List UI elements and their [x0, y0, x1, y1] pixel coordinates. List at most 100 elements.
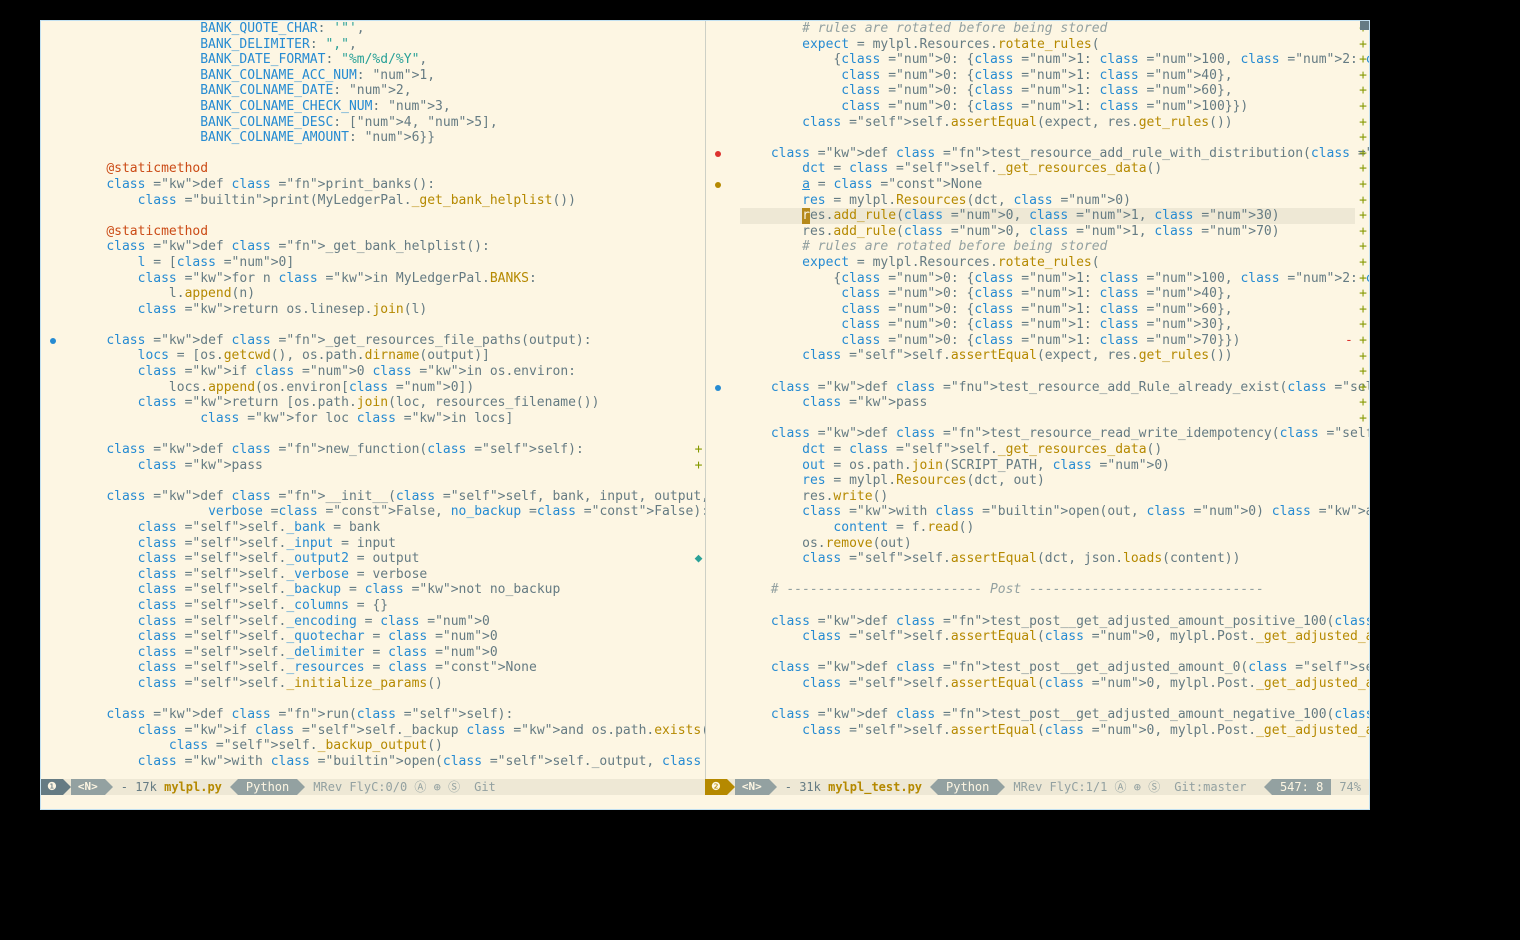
code-line[interactable]: class ="kw">def class ="fn">_get_bank_he…: [75, 239, 691, 255]
code-line[interactable]: [740, 130, 1356, 146]
code-line[interactable]: res = mylpl.Resources(dct, class ="num"…: [740, 193, 1356, 209]
code-line[interactable]: class ="kw">for loc class ="kw">in locs]: [75, 411, 691, 427]
code-line[interactable]: [740, 411, 1356, 427]
code-line[interactable]: class ="self">self.assertEqual(class ="…: [740, 723, 1356, 739]
code-line[interactable]: # rules are rotated before being stored: [740, 239, 1356, 255]
code-line[interactable]: [75, 146, 691, 162]
code-line[interactable]: @staticmethod: [75, 224, 691, 240]
code-line[interactable]: BANK_DELIMITER: ",",: [75, 37, 691, 53]
modeline-left[interactable]: ❶ <N> - 17k mylpl.py Python MRev FlyC:0/…: [41, 779, 705, 795]
code-line[interactable]: [75, 426, 691, 442]
code-line[interactable]: class ="kw">def class ="fn">test_post__g…: [740, 707, 1356, 723]
code-line[interactable]: class ="kw">def class ="fnu">test_resour…: [740, 380, 1356, 396]
code-line[interactable]: class ="self">self._input = input: [75, 536, 691, 552]
code-line[interactable]: # ------------------------- Post -------…: [740, 582, 1356, 598]
code-line[interactable]: class ="kw">def class ="fn">test_resourc…: [740, 426, 1356, 442]
code-line[interactable]: class ="self">self.assertEqual(class ="…: [740, 676, 1356, 692]
code-line[interactable]: BANK_COLNAME_ACC_NUM: "num">1,: [75, 68, 691, 84]
code-line[interactable]: out = os.path.join(SCRIPT_PATH, class =…: [740, 458, 1356, 474]
code-line[interactable]: class ="self">self._verbose = verbose: [75, 567, 691, 583]
code-line[interactable]: class ="self">self._columns = {}: [75, 598, 691, 614]
code-line[interactable]: class ="kw">if class ="self">self._backu…: [75, 723, 691, 739]
code-line[interactable]: class ="self">self._resources = class ="…: [75, 660, 691, 676]
code-line[interactable]: res.write(): [740, 489, 1356, 505]
code-line[interactable]: l.append(n): [75, 286, 691, 302]
code-line[interactable]: class ="num">0: {class ="num">1: cla…: [740, 317, 1356, 333]
code-line[interactable]: class ="num">0: {class ="num">1: cla…: [740, 99, 1356, 115]
code-line[interactable]: {class ="num">0: {class ="num">1: cl…: [740, 271, 1356, 287]
code-line[interactable]: class ="self">self._output2 = output: [75, 551, 691, 567]
code-line[interactable]: class ="num">0: {class ="num">1: cla…: [740, 302, 1356, 318]
code-line[interactable]: verbose =class ="const">False, no_backup…: [75, 504, 691, 520]
code-line[interactable]: @staticmethod: [75, 161, 691, 177]
code-line[interactable]: l = [class ="num">0]: [75, 255, 691, 271]
code-line[interactable]: class ="kw">with class ="builtin">open(c…: [75, 754, 691, 770]
code-line[interactable]: BANK_COLNAME_AMOUNT: "num">6}}: [75, 130, 691, 146]
minibuffer[interactable]: [41, 795, 1369, 809]
code-line[interactable]: # rules are rotated before being stored: [740, 21, 1356, 37]
code-line[interactable]: [740, 692, 1356, 708]
code-line[interactable]: class ="kw">def class ="fn">test_resourc…: [740, 146, 1356, 162]
code-line[interactable]: class ="kw">def class ="fn">run(class ="…: [75, 707, 691, 723]
code-line[interactable]: class ="kw">return os.linesep.join(l): [75, 302, 691, 318]
code-line[interactable]: class ="self">self._backup_output(): [75, 738, 691, 754]
code-line[interactable]: class ="kw">pass: [740, 395, 1356, 411]
code-line[interactable]: [740, 364, 1356, 380]
code-line[interactable]: class ="self">self._bank = bank: [75, 520, 691, 536]
code-line[interactable]: BANK_COLNAME_DESC: ["num">4, "num">5],: [75, 115, 691, 131]
code-line[interactable]: class ="kw">def class ="fn">test_post__g…: [740, 614, 1356, 630]
code-line[interactable]: class ="builtin">print(MyLedgerPal._get_…: [75, 193, 691, 209]
modeline-right[interactable]: ❷ <N> - 31k mylpl_test.py Python MRev Fl…: [705, 779, 1369, 795]
code-line[interactable]: class ="self">self.assertEqual(dct, json…: [740, 551, 1356, 567]
code-line[interactable]: [740, 567, 1356, 583]
left-code[interactable]: BANK_QUOTE_CHAR: '"', BANK_DELIMITER: ",…: [75, 21, 691, 770]
code-line[interactable]: [75, 473, 691, 489]
code-line[interactable]: class ="self">self._encoding = class ="…: [75, 614, 691, 630]
code-line[interactable]: class ="kw">def class ="fn">new_function…: [75, 442, 691, 458]
code-line[interactable]: [75, 317, 691, 333]
code-line[interactable]: content = f.read(): [740, 520, 1356, 536]
code-line[interactable]: expect = mylpl.Resources.rotate_rules(: [740, 37, 1356, 53]
code-line[interactable]: class ="self">self.assertEqual(expect, r…: [740, 115, 1356, 131]
code-line[interactable]: dct = class ="self">self._get_resources_…: [740, 161, 1356, 177]
code-line[interactable]: locs.append(os.environ[class ="num">0]…: [75, 380, 691, 396]
code-line[interactable]: dct = class ="self">self._get_resources_…: [740, 442, 1356, 458]
code-line[interactable]: res.add_rule(class ="num">0, class ="…: [740, 208, 1356, 224]
code-line[interactable]: class ="kw">with class ="builtin">open(o…: [740, 504, 1356, 520]
code-line[interactable]: class ="self">self.assertEqual(expect, r…: [740, 348, 1356, 364]
code-line[interactable]: class ="self">self._quotechar = class =…: [75, 629, 691, 645]
code-line[interactable]: expect = mylpl.Resources.rotate_rules(: [740, 255, 1356, 271]
code-line[interactable]: [740, 598, 1356, 614]
code-line[interactable]: [75, 692, 691, 708]
code-line[interactable]: [740, 645, 1356, 661]
code-line[interactable]: locs = [os.getcwd(), os.path.dirname(out…: [75, 348, 691, 364]
code-line[interactable]: class ="num">0: {class ="num">1: cla…: [740, 286, 1356, 302]
code-line[interactable]: class ="kw">def class ="fn">__init__(cla…: [75, 489, 691, 505]
code-line[interactable]: res = mylpl.Resources(dct, out): [740, 473, 1356, 489]
code-line[interactable]: class ="self">self._initialize_params(): [75, 676, 691, 692]
code-line[interactable]: BANK_DATE_FORMAT: "%m/%d/%Y",: [75, 52, 691, 68]
code-line[interactable]: class ="num">0: {class ="num">1: cla…: [740, 333, 1356, 349]
left-pane[interactable]: BANK_QUOTE_CHAR: '"', BANK_DELIMITER: ",…: [41, 21, 705, 779]
code-line[interactable]: class ="self">self.assertEqual(class ="…: [740, 629, 1356, 645]
code-line[interactable]: class ="kw">return [os.path.join(loc, re…: [75, 395, 691, 411]
code-line[interactable]: [75, 208, 691, 224]
code-line[interactable]: {class ="num">0: {class ="num">1: cl…: [740, 52, 1356, 68]
code-line[interactable]: BANK_COLNAME_DATE: "num">2,: [75, 83, 691, 99]
code-line[interactable]: class ="self">self._backup = class ="kw"…: [75, 582, 691, 598]
code-line[interactable]: class ="kw">if class ="num">0 class ="…: [75, 364, 691, 380]
code-line[interactable]: os.remove(out): [740, 536, 1356, 552]
code-line[interactable]: class ="num">0: {class ="num">1: cla…: [740, 83, 1356, 99]
right-pane[interactable]: # rules are rotated before being stored …: [706, 21, 1370, 779]
code-line[interactable]: res.add_rule(class ="num">0, class ="…: [740, 224, 1356, 240]
code-line[interactable]: class ="num">0: {class ="num">1: cla…: [740, 68, 1356, 84]
code-line[interactable]: BANK_COLNAME_CHECK_NUM: "num">3,: [75, 99, 691, 115]
code-line[interactable]: a = class ="const">None: [740, 177, 1356, 193]
code-line[interactable]: class ="kw">def class ="fn">print_banks(…: [75, 177, 691, 193]
right-code[interactable]: # rules are rotated before being stored …: [740, 21, 1356, 738]
code-line[interactable]: BANK_QUOTE_CHAR: '"',: [75, 21, 691, 37]
code-line[interactable]: class ="self">self._delimiter = class =…: [75, 645, 691, 661]
code-line[interactable]: class ="kw">for n class ="kw">in MyLedge…: [75, 271, 691, 287]
code-line[interactable]: class ="kw">def class ="fn">_get_resourc…: [75, 333, 691, 349]
code-line[interactable]: class ="kw">def class ="fn">test_post__g…: [740, 660, 1356, 676]
